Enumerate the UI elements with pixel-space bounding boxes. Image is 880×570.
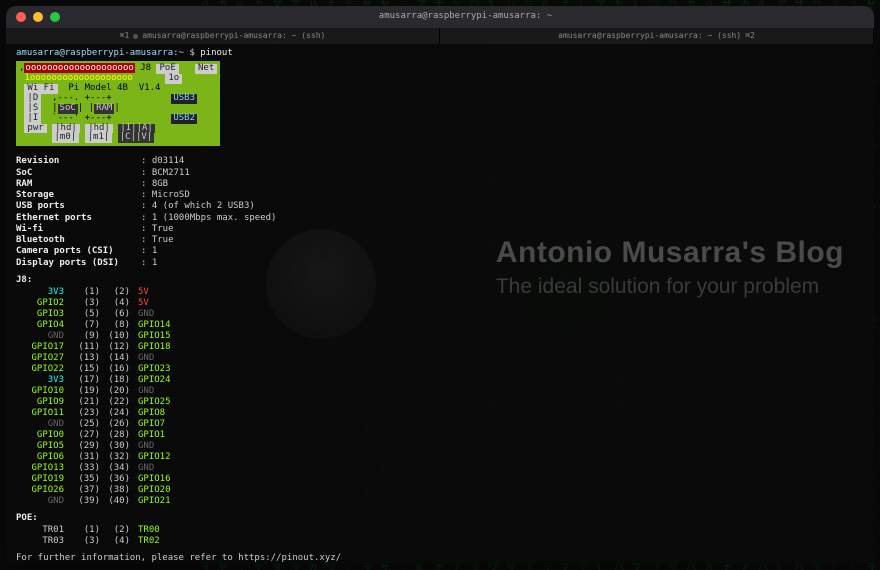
poe-header: POE: bbox=[16, 513, 864, 524]
gpio-pin-table: 3V3(1)(2)5VGPIO2(3)(4)5VGPIO3(5)(6)GNDGP… bbox=[16, 287, 864, 507]
info-row: SoC: BCM2711 bbox=[16, 168, 864, 179]
info-row: Wi-fi: True bbox=[16, 224, 864, 235]
pin-row: GND(25)(26)GPIO7 bbox=[16, 419, 864, 430]
footer-info: For further information, please refer to… bbox=[16, 553, 864, 564]
pin-row: GPIO3(5)(6)GND bbox=[16, 309, 864, 320]
terminal-tab-1[interactable]: ⌘1 amusarra@raspberrypi-amusarra: ~ (ssh… bbox=[6, 28, 440, 44]
pin-row: GPIO9(21)(22)GPIO25 bbox=[16, 397, 864, 408]
close-icon[interactable] bbox=[16, 12, 26, 22]
prompt-line: amusarra@raspberrypi-amusarra:~ $ pinout bbox=[16, 48, 864, 59]
window-titlebar[interactable]: amusarra@raspberrypi-amusarra: ~ bbox=[6, 6, 874, 28]
j8-header: J8: bbox=[16, 275, 864, 286]
info-row: Bluetooth: True bbox=[16, 235, 864, 246]
pin-row: GPIO11(23)(24)GPIO8 bbox=[16, 408, 864, 419]
maximize-icon[interactable] bbox=[50, 12, 60, 22]
pin-row: GPIO6(31)(32)GPIO12 bbox=[16, 452, 864, 463]
pin-row: GPIO4(7)(8)GPIO14 bbox=[16, 320, 864, 331]
pin-row: GPIO0(27)(28)GPIO1 bbox=[16, 430, 864, 441]
pin-row: GND(39)(40)GPIO21 bbox=[16, 496, 864, 507]
info-row: Storage: MicroSD bbox=[16, 190, 864, 201]
pin-row: GPIO17(11)(12)GPIO18 bbox=[16, 342, 864, 353]
pin-row: GPIO26(37)(38)GPIO20 bbox=[16, 485, 864, 496]
pin-row: 3V3(17)(18)GPIO24 bbox=[16, 375, 864, 386]
pin-row: GND(9)(10)GPIO15 bbox=[16, 331, 864, 342]
pin-row: GPIO22(15)(16)GPIO23 bbox=[16, 364, 864, 375]
info-row: Display ports (DSI): 1 bbox=[16, 258, 864, 269]
avatar bbox=[266, 229, 376, 339]
system-info-table: Revision: d03114SoC: BCM2711RAM: 8GBStor… bbox=[16, 156, 864, 269]
pin-row: GPIO2(3)(4)5V bbox=[16, 298, 864, 309]
pin-row: 3V3(1)(2)5V bbox=[16, 287, 864, 298]
pin-row: TR03(3)(4)TR02 bbox=[16, 536, 864, 547]
pin-row: TR01(1)(2)TR00 bbox=[16, 525, 864, 536]
terminal-body[interactable]: Antonio Musarra's Blog The ideal solutio… bbox=[6, 44, 874, 564]
info-row: RAM: 8GB bbox=[16, 179, 864, 190]
command-text: pinout bbox=[200, 48, 233, 58]
status-dot-icon bbox=[133, 34, 138, 39]
pin-row: GPIO27(13)(14)GND bbox=[16, 353, 864, 364]
info-row: Camera ports (CSI): 1 bbox=[16, 246, 864, 257]
pin-row: GPIO5(29)(30)GND bbox=[16, 441, 864, 452]
pin-row: GPIO13(33)(34)GND bbox=[16, 463, 864, 474]
info-row: Revision: d03114 bbox=[16, 156, 864, 167]
info-row: USB ports: 4 (of which 2 USB3) bbox=[16, 201, 864, 212]
pin-row: GPIO19(35)(36)GPIO16 bbox=[16, 474, 864, 485]
poe-pin-table: TR01(1)(2)TR00TR03(3)(4)TR02 bbox=[16, 525, 864, 547]
tab-bar: ⌘1 amusarra@raspberrypi-amusarra: ~ (ssh… bbox=[6, 28, 874, 44]
terminal-window: amusarra@raspberrypi-amusarra: ~ ⌘1 amus… bbox=[6, 6, 874, 564]
pin-row: GPIO10(19)(20)GND bbox=[16, 386, 864, 397]
terminal-tab-2[interactable]: amusarra@raspberrypi-amusarra: ~ (ssh) ⌘… bbox=[440, 28, 874, 44]
window-title: amusarra@raspberrypi-amusarra: ~ bbox=[67, 11, 864, 22]
minimize-icon[interactable] bbox=[33, 12, 43, 22]
pi-board-diagram: ,oooooooooooooooooooo J8 PoE Net 1oooooo… bbox=[16, 61, 220, 146]
info-row: Ethernet ports: 1 (1000Mbps max. speed) bbox=[16, 213, 864, 224]
